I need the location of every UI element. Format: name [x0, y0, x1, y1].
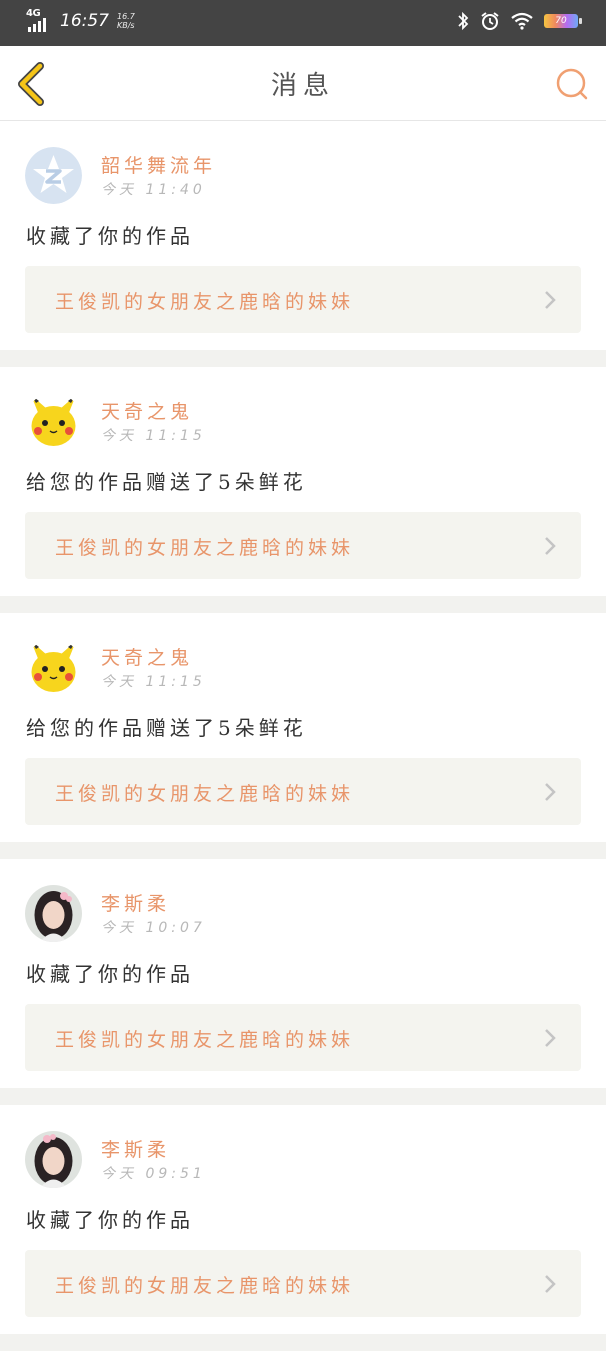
message-card: 李斯柔 今天 09:51 收藏了你的作品 王俊凯的女朋友之鹿晗的妹妹	[0, 1105, 606, 1334]
search-icon[interactable]	[552, 64, 592, 104]
username[interactable]: 韶华舞流年	[101, 151, 216, 178]
chevron-right-icon	[545, 1029, 556, 1047]
page-title: 消息	[270, 71, 335, 101]
username[interactable]: 李斯柔	[101, 889, 170, 916]
action-text: 给您的作品赠送了5朵鲜花	[26, 470, 307, 494]
timestamp: 今天 11:15	[101, 428, 206, 444]
photo-avatar[interactable]	[25, 885, 82, 942]
pikachu-avatar[interactable]	[25, 639, 82, 696]
timestamp: 今天 09:51	[101, 1166, 206, 1182]
chevron-right-icon	[545, 537, 556, 555]
message-card: 韶华舞流年 今天 11:40 收藏了你的作品 王俊凯的女朋友之鹿晗的妹妹	[0, 121, 606, 350]
chevron-right-icon	[545, 783, 556, 801]
action-text: 收藏了你的作品	[26, 962, 194, 986]
nav-bar: 消息	[0, 46, 606, 121]
work-link[interactable]: 王俊凯的女朋友之鹿晗的妹妹	[25, 266, 581, 333]
speed-value: 16.7	[117, 12, 135, 21]
battery-icon: 70	[544, 14, 582, 28]
network-speed: 16.7 KB/s	[117, 12, 135, 30]
username[interactable]: 李斯柔	[101, 1135, 170, 1162]
message-list: 韶华舞流年 今天 11:40 收藏了你的作品 王俊凯的女朋友之鹿晗的妹妹 天奇之…	[0, 121, 606, 1351]
photo-avatar[interactable]	[25, 1131, 82, 1188]
message-card: 天奇之鬼 今天 11:15 给您的作品赠送了5朵鲜花 王俊凯的女朋友之鹿晗的妹妹	[0, 613, 606, 842]
clock: 16:57	[60, 11, 109, 31]
work-title: 王俊凯的女朋友之鹿晗的妹妹	[55, 537, 355, 559]
chevron-right-icon	[545, 1275, 556, 1293]
action-text: 给您的作品赠送了5朵鲜花	[26, 716, 307, 740]
username[interactable]: 天奇之鬼	[101, 643, 193, 670]
timestamp: 今天 11:15	[101, 674, 206, 690]
status-bar: 4G 16:57 16.7 KB/s 70	[0, 0, 606, 46]
qzone-avatar[interactable]	[25, 147, 82, 204]
work-link[interactable]: 王俊凯的女朋友之鹿晗的妹妹	[25, 758, 581, 825]
work-title: 王俊凯的女朋友之鹿晗的妹妹	[55, 1275, 355, 1297]
message-card: 李斯柔 今天 10:07 收藏了你的作品 王俊凯的女朋友之鹿晗的妹妹	[0, 859, 606, 1088]
username[interactable]: 天奇之鬼	[101, 397, 193, 424]
work-title: 王俊凯的女朋友之鹿晗的妹妹	[55, 291, 355, 313]
speed-unit: KB/s	[117, 21, 135, 30]
work-title: 王俊凯的女朋友之鹿晗的妹妹	[55, 783, 355, 805]
work-link[interactable]: 王俊凯的女朋友之鹿晗的妹妹	[25, 1250, 581, 1317]
action-text: 收藏了你的作品	[26, 224, 194, 248]
work-link[interactable]: 王俊凯的女朋友之鹿晗的妹妹	[25, 512, 581, 579]
alarm-icon	[481, 12, 499, 30]
wifi-icon	[511, 12, 533, 30]
pikachu-avatar[interactable]	[25, 393, 82, 450]
timestamp: 今天 11:40	[101, 182, 206, 198]
message-card: 天奇之鬼 今天 11:15 给您的作品赠送了5朵鲜花 王俊凯的女朋友之鹿晗的妹妹	[0, 367, 606, 596]
chevron-right-icon	[545, 291, 556, 309]
bluetooth-icon	[458, 11, 469, 31]
timestamp: 今天 10:07	[101, 920, 206, 936]
work-title: 王俊凯的女朋友之鹿晗的妹妹	[55, 1029, 355, 1051]
signal-icon: 4G	[26, 8, 54, 32]
action-text: 收藏了你的作品	[26, 1208, 194, 1232]
work-link[interactable]: 王俊凯的女朋友之鹿晗的妹妹	[25, 1004, 581, 1071]
